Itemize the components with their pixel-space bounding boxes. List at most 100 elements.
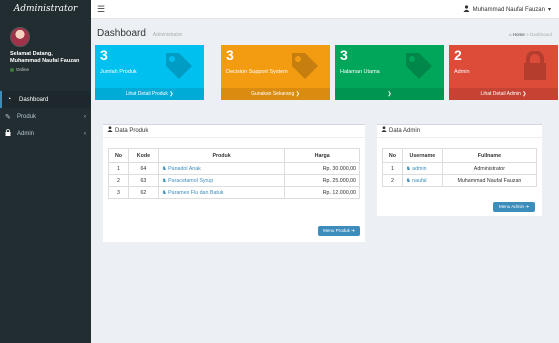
stat-label: Halaman Utama <box>340 69 380 75</box>
sidebar-item-dashboard[interactable]: ◔ Dashboard <box>0 91 91 108</box>
online-status: Online <box>10 67 85 72</box>
username-link[interactable]: admin <box>412 166 426 172</box>
cell-produk: ♞ Panadol Anak <box>157 162 286 175</box>
column-header: No <box>382 148 403 163</box>
online-label: Online <box>16 67 30 72</box>
stat-footer-link[interactable]: ❯ <box>335 88 444 100</box>
cell-username: ♞ admin <box>401 162 443 175</box>
dashboard-icon: ◔ <box>7 96 12 103</box>
cell-kode: 62 <box>127 186 159 199</box>
table-row: 1 64 ♞ Panadol Anak Rp. 30.000,00 <box>108 162 360 175</box>
avatar <box>10 27 30 47</box>
user-icon: ♞ <box>161 189 167 196</box>
column-header: Produk <box>157 148 286 163</box>
stat-label: Admin <box>454 69 470 75</box>
user-panel: Selamat Datang, Muhammad Naufal Fauzan O… <box>0 19 91 91</box>
tag-icon <box>292 53 318 79</box>
stat-value: 3 <box>340 47 348 63</box>
caret-down-icon: ▾ <box>547 7 551 13</box>
breadcrumb-current: Dashboard <box>529 32 552 37</box>
button-label: Menu Admin <box>498 204 524 209</box>
sidebar-item-label: Produk <box>17 113 37 120</box>
user-icon <box>381 125 387 138</box>
stat-value: 2 <box>454 47 462 63</box>
cell-no: 2 <box>108 174 129 187</box>
produk-link[interactable]: Paracetamol Syrup <box>168 178 213 184</box>
chevron-left-icon: ‹ <box>84 130 86 137</box>
panel-data-produk: Data Produk No Kode Produk Harga 1 64 ♞ … <box>103 124 365 242</box>
panel-title: Data Admin <box>389 127 421 134</box>
user-icon <box>463 5 470 14</box>
cell-kode: 63 <box>127 174 159 187</box>
cell-harga: Rp. 12.000,00 <box>284 186 360 199</box>
breadcrumb-home[interactable]: Home <box>513 32 525 37</box>
lock-icon <box>524 51 546 80</box>
stat-value: 3 <box>100 47 108 63</box>
cell-no: 1 <box>382 162 403 175</box>
column-header: Harga <box>284 148 360 163</box>
home-icon: ⌂ <box>508 32 512 37</box>
table-header-row: No Kode Produk Harga <box>108 148 360 163</box>
app-logo[interactable]: Administrator <box>0 0 91 19</box>
column-header: Fullname <box>441 148 538 163</box>
sidebar-item-label: Admin <box>17 130 35 137</box>
cell-no: 2 <box>382 174 403 187</box>
cell-produk: ♞ Paracetamol Syrup <box>157 174 286 187</box>
stat-label: Jumlah Produk <box>100 69 137 75</box>
online-dot-icon <box>10 67 14 72</box>
stat-footer-link[interactable]: Gunakan Sekarang ❯ <box>221 88 330 100</box>
user-icon: ♞ <box>405 165 411 172</box>
page-subtitle: Administrator <box>152 32 183 38</box>
tag-icon <box>406 53 432 79</box>
user-icon <box>107 125 113 138</box>
breadcrumb-separator: > <box>526 32 529 37</box>
user-icon: ♞ <box>405 177 411 184</box>
table-row: 2 ♞ naufal Muhammad Naufal Fauzan <box>382 174 538 187</box>
sidebar: Administrator Selamat Datang, Muhammad N… <box>0 0 91 343</box>
stat-box-home: 3 Halaman Utama ❯ <box>335 45 444 100</box>
menu-produk-button[interactable]: Menu Produk ➔ <box>318 226 360 236</box>
column-header: No <box>108 148 129 163</box>
cell-produk: ♞ Paramex Flu dan Batuk <box>157 186 286 199</box>
cell-username: ♞ naufal <box>401 174 443 187</box>
user-icon: ♞ <box>161 177 167 184</box>
produk-link[interactable]: Panadol Anak <box>168 166 201 172</box>
arrow-right-circle-icon: ➔ <box>525 204 530 209</box>
lock-icon <box>5 129 14 138</box>
table-header-row: No Username Fullname <box>382 148 538 163</box>
menu-admin-button[interactable]: Menu Admin ➔ <box>493 202 535 212</box>
top-header: ☰ Muhammad Naufal Fauzan ▾ <box>91 0 559 19</box>
stat-box-dss: 3 Decision Support System Gunakan Sekara… <box>221 45 330 100</box>
chevron-left-icon: ‹ <box>84 113 86 120</box>
page-title: Dashboard <box>97 28 146 39</box>
produk-table: No Kode Produk Harga 1 64 ♞ Panadol Anak… <box>108 148 360 199</box>
sidebar-item-produk[interactable]: ✎ Produk ‹ <box>0 108 91 125</box>
produk-link[interactable]: Paramex Flu dan Batuk <box>168 190 223 196</box>
username-link[interactable]: naufal <box>412 178 426 184</box>
arrow-right-circle-icon: ➔ <box>351 228 355 233</box>
stat-footer-link[interactable]: Lihat Detail Admin ❯ <box>449 88 558 100</box>
user-menu[interactable]: Muhammad Naufal Fauzan ▾ <box>463 5 551 14</box>
admin-table: No Username Fullname 1 ♞ admin Administr… <box>382 148 538 187</box>
tag-icon <box>166 53 192 79</box>
stat-footer-link[interactable]: Lihat Detail Produk ❯ <box>95 88 204 100</box>
menu-toggle-icon[interactable]: ☰ <box>97 4 105 15</box>
stat-label: Decision Support System <box>226 69 288 75</box>
content-header: Dashboard Administrator ⌂ Home > Dashboa… <box>91 19 559 43</box>
sidebar-item-admin[interactable]: Admin ‹ <box>0 125 91 142</box>
breadcrumb: ⌂ Home > Dashboard <box>509 32 552 37</box>
user-icon: ♞ <box>161 165 167 172</box>
button-label: Menu Produk <box>323 228 350 233</box>
cell-fullname: Muhammad Naufal Fauzan <box>441 174 538 187</box>
table-row: 1 ♞ admin Administrator <box>382 162 538 175</box>
cell-fullname: Administrator <box>441 162 538 175</box>
panel-title: Data Produk <box>115 127 149 134</box>
column-header: Kode <box>127 148 159 163</box>
stat-box-admin: 2 Admin Lihat Detail Admin ❯ <box>449 45 558 100</box>
column-header: Username <box>401 148 443 163</box>
pencil-icon: ✎ <box>5 113 11 121</box>
cell-no: 3 <box>108 186 129 199</box>
cell-harga: Rp. 25.000,00 <box>284 174 360 187</box>
user-menu-name: Muhammad Naufal Fauzan <box>472 6 545 13</box>
sidebar-item-label: Dashboard <box>19 96 49 103</box>
